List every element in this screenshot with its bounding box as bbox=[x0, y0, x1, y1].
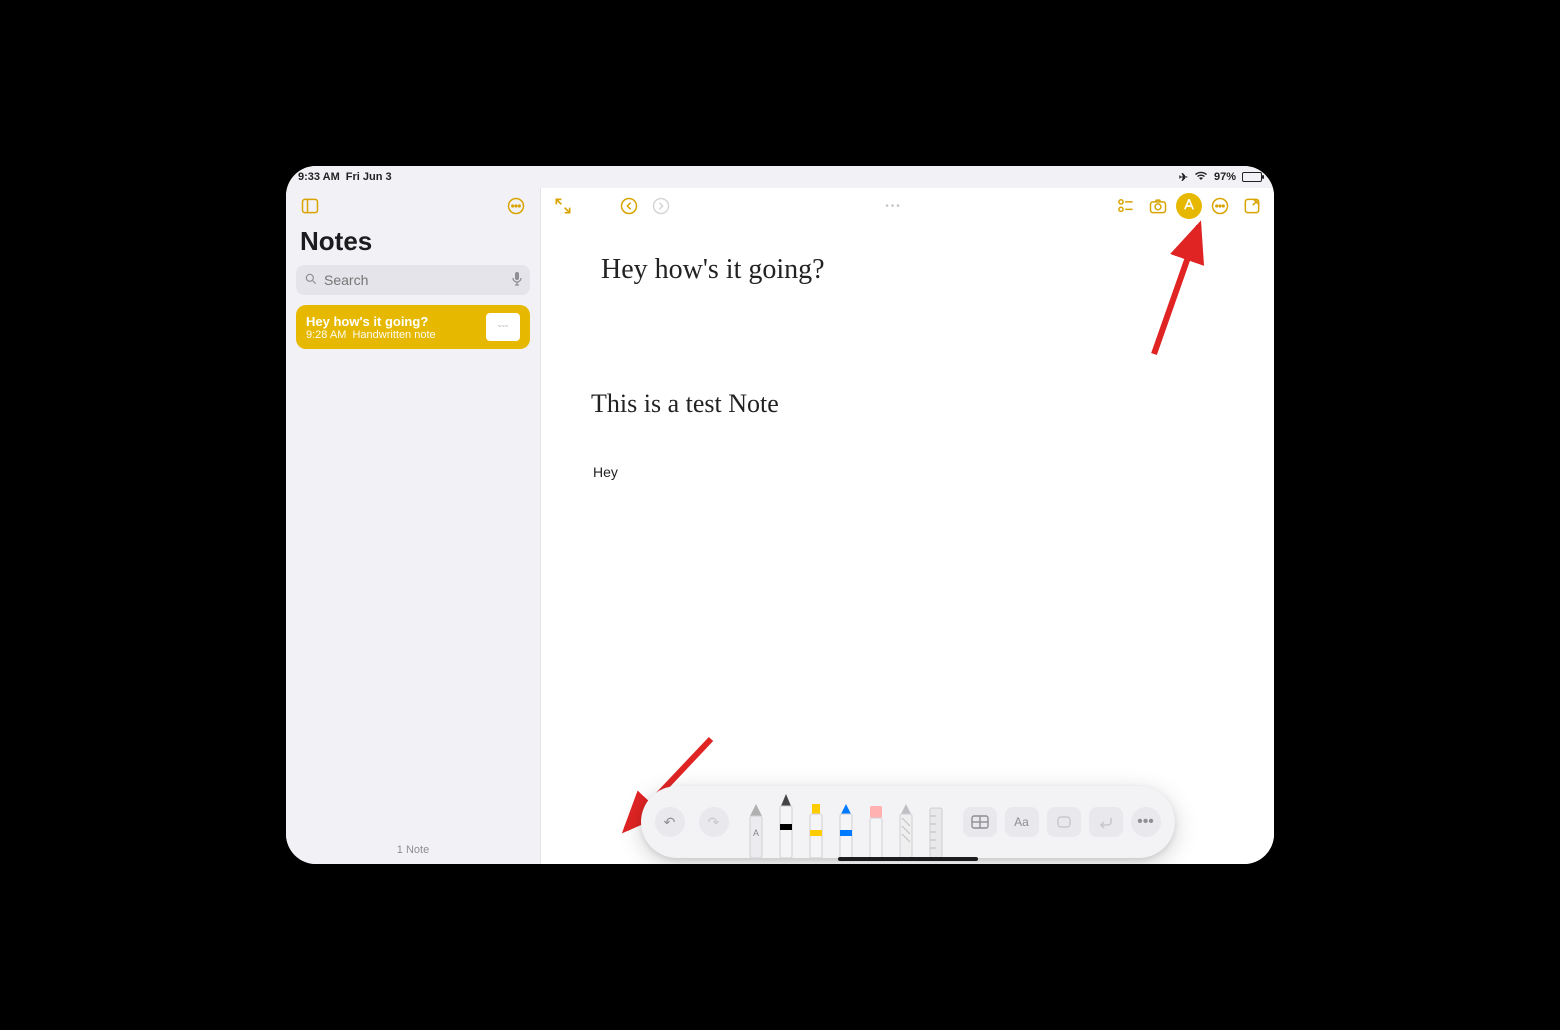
new-note-button[interactable] bbox=[1238, 192, 1266, 220]
ipad-device-frame: 9:33 AM Fri Jun 3 ✈ 97% bbox=[270, 150, 1290, 880]
search-icon bbox=[304, 272, 318, 289]
palette-undo-button[interactable]: ↶ bbox=[655, 807, 685, 837]
sidebar-more-button[interactable] bbox=[502, 192, 530, 220]
note-item-title: Hey how's it going? bbox=[306, 314, 476, 329]
search-box[interactable] bbox=[296, 265, 530, 295]
markup-button[interactable] bbox=[1176, 193, 1202, 219]
checklist-button[interactable] bbox=[1112, 192, 1140, 220]
tool-pen[interactable] bbox=[773, 794, 799, 858]
note-editor: ••• bbox=[541, 188, 1274, 864]
status-bar: 9:33 AM Fri Jun 3 ✈ 97% bbox=[286, 166, 1274, 188]
more-button[interactable] bbox=[1206, 192, 1234, 220]
note-canvas[interactable]: Hey how's it going? This is a test Note … bbox=[541, 224, 1274, 864]
camera-button[interactable] bbox=[1144, 192, 1172, 220]
palette-more-button[interactable]: ••• bbox=[1131, 807, 1161, 837]
search-input[interactable] bbox=[324, 272, 505, 288]
tool-scribble-pen[interactable]: A bbox=[743, 802, 769, 858]
tool-ruler[interactable] bbox=[923, 802, 949, 858]
sidebar-footer: 1 Note bbox=[286, 836, 540, 864]
editor-toolbar: ••• bbox=[541, 188, 1274, 224]
svg-text:A: A bbox=[752, 828, 758, 838]
palette-autoshape-button[interactable] bbox=[1047, 807, 1081, 837]
airplane-mode-icon: ✈ bbox=[1179, 171, 1188, 184]
note-item-meta: 9:28 AM Handwritten note bbox=[306, 329, 476, 341]
notes-sidebar: Notes Hey how's it going? 9:28 AM Handwr… bbox=[286, 188, 541, 864]
markup-tool-palette[interactable]: ↶ ↷ A bbox=[641, 786, 1175, 858]
tool-marker[interactable] bbox=[803, 802, 829, 858]
sidebar-toolbar bbox=[286, 188, 540, 224]
undo-button[interactable] bbox=[615, 192, 643, 220]
handwriting-line-2: This is a test Note bbox=[591, 389, 779, 419]
fullscreen-button[interactable] bbox=[549, 192, 577, 220]
screen: 9:33 AM Fri Jun 3 ✈ 97% bbox=[286, 166, 1274, 864]
tool-pencil[interactable] bbox=[833, 802, 859, 858]
tool-tray: A bbox=[743, 786, 949, 858]
palette-text-button[interactable]: Aa bbox=[1005, 807, 1039, 837]
note-list-item[interactable]: Hey how's it going? 9:28 AM Handwritten … bbox=[296, 305, 530, 349]
sidebar-toggle-button[interactable] bbox=[296, 192, 324, 220]
typed-text: Hey bbox=[593, 464, 618, 480]
tool-eraser[interactable] bbox=[863, 802, 889, 858]
tool-lasso[interactable] bbox=[893, 802, 919, 858]
status-time: 9:33 AM bbox=[298, 171, 340, 183]
dictation-icon[interactable] bbox=[511, 271, 523, 290]
grab-handle-icon[interactable]: ••• bbox=[679, 201, 1108, 212]
status-date: Fri Jun 3 bbox=[346, 171, 392, 183]
battery-icon bbox=[1242, 172, 1262, 182]
note-item-thumbnail: ~~~ bbox=[486, 313, 520, 341]
palette-table-button[interactable] bbox=[963, 807, 997, 837]
redo-button[interactable] bbox=[647, 192, 675, 220]
home-indicator[interactable] bbox=[838, 857, 978, 861]
annotation-arrow-to-markup bbox=[1144, 214, 1214, 369]
wifi-icon bbox=[1194, 171, 1208, 184]
palette-redo-button[interactable]: ↷ bbox=[699, 807, 729, 837]
battery-percentage: 97% bbox=[1214, 171, 1236, 183]
palette-return-button[interactable] bbox=[1089, 807, 1123, 837]
sidebar-title: Notes bbox=[286, 224, 540, 265]
handwriting-line-1: Hey how's it going? bbox=[601, 254, 825, 286]
